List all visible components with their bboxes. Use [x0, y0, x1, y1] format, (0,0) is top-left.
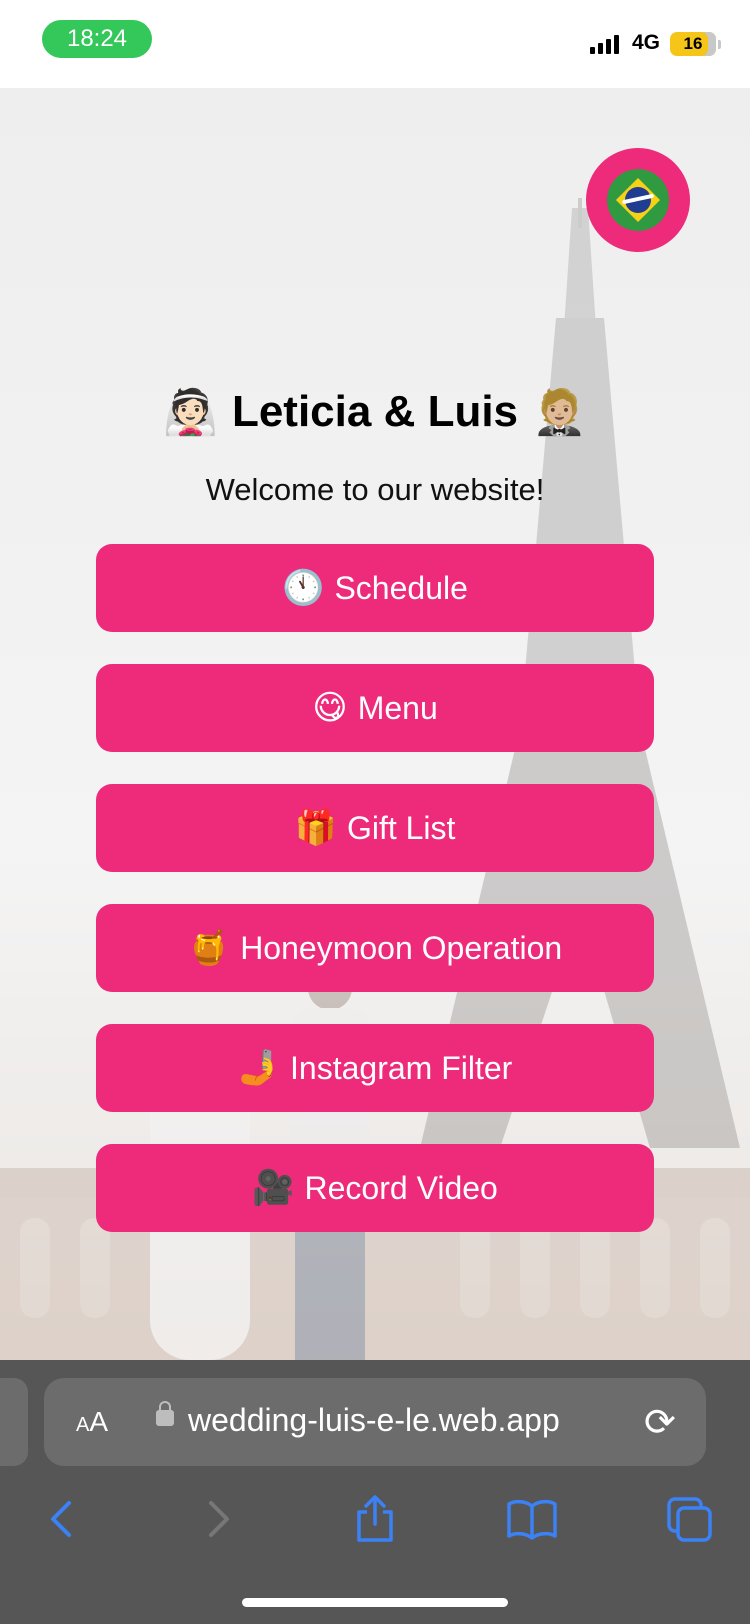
menu-button[interactable]: 😋 Menu [96, 664, 654, 752]
instagram-filter-button[interactable]: 🤳 Instagram Filter [96, 1024, 654, 1112]
reload-icon[interactable]: ⟳ [644, 1400, 676, 1445]
url-text[interactable]: wedding-luis-e-le.web.app [188, 1402, 560, 1439]
couple-names: Leticia & Luis [231, 387, 519, 436]
honey-pot-icon: 🍯 [187, 929, 231, 967]
address-bar[interactable]: AA wedding-luis-e-le.web.app ⟳ [44, 1378, 706, 1466]
forward-icon[interactable] [200, 1484, 240, 1554]
bride-emoji-icon: 👰🏻 [163, 388, 218, 437]
signal-icon [590, 34, 619, 54]
schedule-button[interactable]: 🕚 Schedule [96, 544, 654, 632]
web-content: 👰🏻 Leticia & Luis 🤵🏼 Welcome to our webs… [0, 88, 750, 1360]
page-title: 👰🏻 Leticia & Luis 🤵🏼 [0, 386, 750, 438]
status-bar: 18:24 4G 16 [0, 0, 750, 88]
brazil-flag-icon [607, 169, 669, 231]
battery-level: 16 [683, 34, 703, 53]
reader-options-button[interactable]: AA [76, 1406, 108, 1438]
button-label: Menu [357, 689, 438, 726]
battery-nub [718, 40, 721, 49]
button-label: Schedule [334, 569, 468, 606]
share-icon[interactable] [350, 1484, 400, 1554]
tabs-icon[interactable] [664, 1484, 714, 1554]
honeymoon-operation-button[interactable]: 🍯 Honeymoon Operation [96, 904, 654, 992]
browser-toolbar [0, 1484, 750, 1554]
bookmarks-icon[interactable] [504, 1484, 560, 1554]
browser-chrome: AA wedding-luis-e-le.web.app ⟳ [0, 1360, 750, 1624]
language-button[interactable] [586, 148, 690, 252]
button-label: Gift List [346, 809, 456, 846]
previous-tab-peek[interactable] [0, 1378, 28, 1466]
video-camera-icon: 🎥 [252, 1169, 295, 1207]
groom-emoji-icon: 🤵🏼 [532, 388, 587, 437]
welcome-text: Welcome to our website! [205, 472, 545, 507]
gift-icon: 🎁 [294, 809, 337, 847]
lock-icon [156, 1401, 174, 1426]
record-video-button[interactable]: 🎥 Record Video [96, 1144, 654, 1232]
button-label: Instagram Filter [290, 1049, 513, 1086]
home-indicator[interactable] [242, 1598, 508, 1607]
yum-face-icon: 😋 [312, 689, 348, 727]
status-time[interactable]: 18:24 [42, 20, 152, 58]
back-icon[interactable] [40, 1484, 80, 1554]
button-label: Honeymoon Operation [240, 929, 563, 966]
button-label: Record Video [304, 1169, 498, 1206]
clock-icon: 🕚 [282, 569, 325, 607]
network-type: 4G [632, 31, 661, 54]
gift-list-button[interactable]: 🎁 Gift List [96, 784, 654, 872]
selfie-icon: 🤳 [237, 1049, 281, 1087]
battery-icon: 16 [670, 32, 716, 56]
